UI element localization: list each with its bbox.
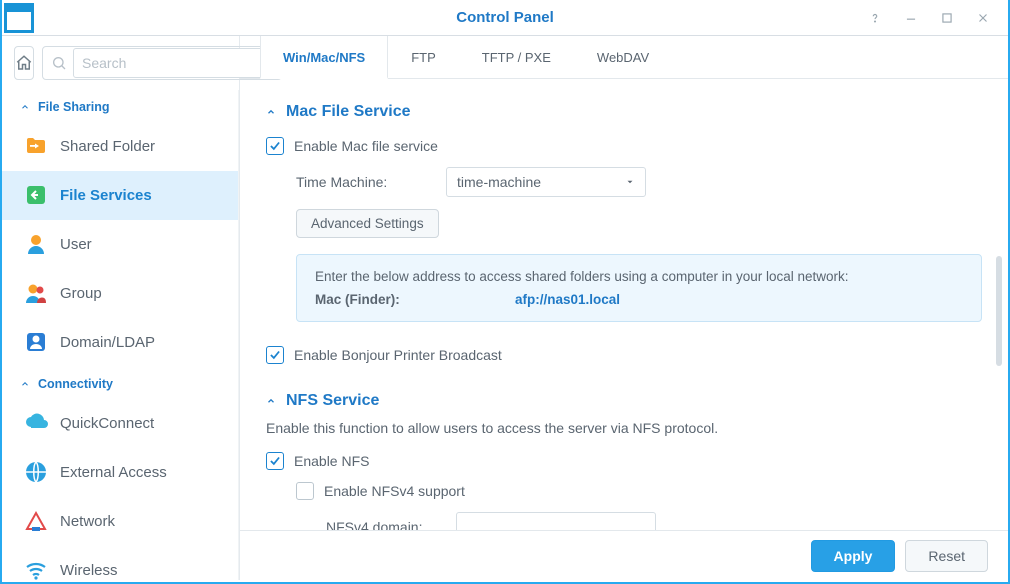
sidebar-item-label: File Services (60, 187, 152, 204)
group-icon (24, 281, 48, 305)
section-title: Mac File Service (286, 103, 411, 121)
external-access-icon (24, 460, 48, 484)
checkbox-label: Enable NFSv4 support (324, 483, 465, 499)
checkbox-label: Enable NFS (294, 453, 369, 469)
sidebar-item-shared-folder[interactable]: Shared Folder (2, 122, 238, 171)
finder-label: Mac (Finder): (315, 292, 515, 307)
sidebar-item-quickconnect[interactable]: QuickConnect (2, 399, 238, 448)
sidebar-item-group[interactable]: Group (2, 269, 238, 318)
titlebar: Control Panel (2, 0, 1008, 36)
sidebar: File Sharing Shared Folder File Services… (2, 36, 240, 580)
sidebar-item-label: User (60, 236, 92, 253)
chevron-up-icon (20, 102, 30, 112)
sidebar-item-label: Group (60, 285, 102, 302)
tabs: Win/Mac/NFS FTP TFTP / PXE WebDAV (240, 36, 1008, 79)
nfsv4-domain-input[interactable] (456, 512, 656, 530)
sidebar-item-user[interactable]: User (2, 220, 238, 269)
help-button[interactable] (868, 11, 882, 25)
afp-url-link[interactable]: afp://nas01.local (515, 292, 620, 307)
chevron-down-icon (625, 177, 635, 187)
search-icon (51, 55, 67, 71)
time-machine-select[interactable]: time-machine (446, 167, 646, 197)
checkbox-enable-mac[interactable] (266, 137, 284, 155)
user-icon (24, 232, 48, 256)
section-header-nfs[interactable]: NFS Service (266, 382, 982, 420)
info-box-afp: Enter the below address to access shared… (296, 254, 982, 322)
apply-button[interactable]: Apply (811, 540, 896, 572)
section-title: NFS Service (286, 392, 379, 410)
reset-button[interactable]: Reset (905, 540, 988, 572)
sidebar-item-label: External Access (60, 464, 167, 481)
sidebar-item-label: Domain/LDAP (60, 334, 155, 351)
advanced-settings-button[interactable]: Advanced Settings (296, 209, 439, 238)
chevron-up-icon (266, 107, 276, 117)
chevron-up-icon (20, 379, 30, 389)
sidebar-item-file-services[interactable]: File Services (2, 171, 238, 220)
app-icon (4, 3, 34, 33)
section-header-mac[interactable]: Mac File Service (266, 93, 982, 131)
close-button[interactable] (976, 11, 990, 25)
sidebar-item-label: QuickConnect (60, 415, 154, 432)
nav: File Sharing Shared Folder File Services… (2, 90, 239, 580)
settings-pane: Mac File Service Enable Mac file service… (240, 79, 1008, 530)
tab-tftp-pxe[interactable]: TFTP / PXE (459, 36, 574, 78)
checkbox-enable-nfs[interactable] (266, 452, 284, 470)
nfsv4-domain-label: NFSv4 domain: (326, 519, 456, 530)
quickconnect-icon (24, 411, 48, 435)
footer: Apply Reset (240, 530, 1008, 580)
time-machine-label: Time Machine: (296, 174, 446, 190)
chevron-up-icon (266, 396, 276, 406)
nfs-description: Enable this function to allow users to a… (266, 420, 982, 446)
tab-webdav[interactable]: WebDAV (574, 36, 672, 78)
nav-section-connectivity[interactable]: Connectivity (2, 367, 238, 399)
sidebar-item-label: Network (60, 513, 115, 530)
sidebar-item-wireless[interactable]: Wireless (2, 546, 238, 580)
nav-section-file-sharing[interactable]: File Sharing (2, 90, 238, 122)
sidebar-item-network[interactable]: Network (2, 497, 238, 546)
tab-ftp[interactable]: FTP (388, 36, 459, 78)
sidebar-item-label: Shared Folder (60, 138, 155, 155)
tab-win-mac-nfs[interactable]: Win/Mac/NFS (260, 36, 388, 79)
home-button[interactable] (14, 46, 34, 80)
nav-section-label: File Sharing (38, 100, 110, 114)
sidebar-item-external-access[interactable]: External Access (2, 448, 238, 497)
domain-ldap-icon (24, 330, 48, 354)
checkbox-bonjour[interactable] (266, 346, 284, 364)
select-value: time-machine (457, 174, 541, 190)
sidebar-item-label: Wireless (60, 562, 118, 579)
minimize-button[interactable] (904, 11, 918, 25)
checkbox-enable-nfsv4[interactable] (296, 482, 314, 500)
sidebar-item-domain-ldap[interactable]: Domain/LDAP (2, 318, 238, 367)
window-title: Control Panel (2, 9, 1008, 26)
window-controls (868, 11, 1008, 25)
nav-section-label: Connectivity (38, 377, 113, 391)
wireless-icon (24, 558, 48, 580)
scrollbar-thumb[interactable] (996, 256, 1002, 366)
file-services-icon (24, 183, 48, 207)
shared-folder-icon (24, 134, 48, 158)
maximize-button[interactable] (940, 11, 954, 25)
info-intro: Enter the below address to access shared… (315, 269, 963, 284)
content: Win/Mac/NFS FTP TFTP / PXE WebDAV Mac Fi… (240, 36, 1008, 580)
checkbox-label: Enable Bonjour Printer Broadcast (294, 347, 502, 363)
network-icon (24, 509, 48, 533)
checkbox-label: Enable Mac file service (294, 138, 438, 154)
